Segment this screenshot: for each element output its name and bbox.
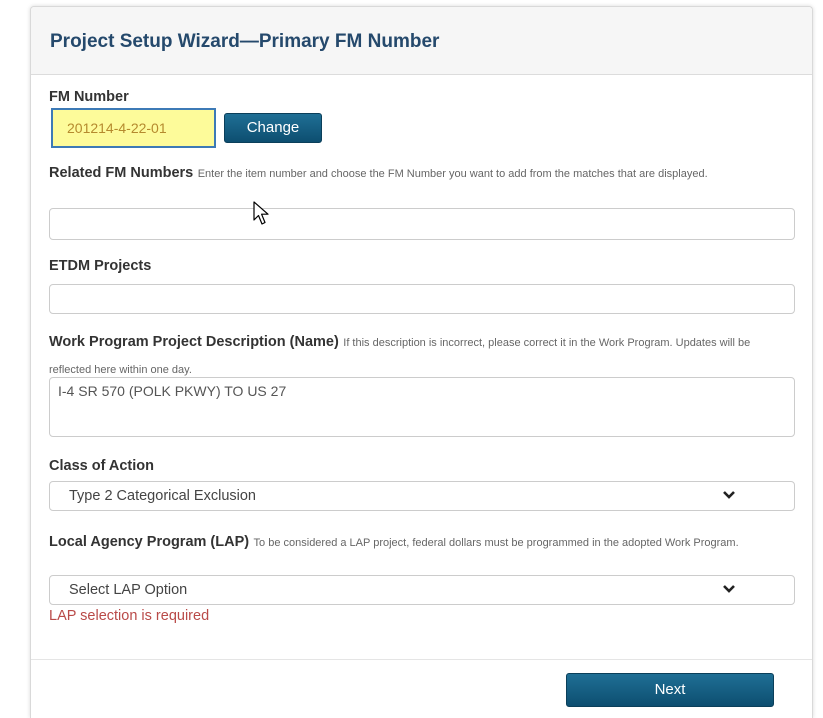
related-fm-title: Related FM Numbers [49, 165, 194, 181]
class-of-action-value: Type 2 Categorical Exclusion [69, 488, 256, 504]
etdm-projects-label: ETDM Projects [49, 258, 152, 274]
related-fm-input[interactable] [49, 208, 795, 240]
lap-error-message: LAP selection is required [49, 608, 210, 624]
next-button[interactable]: Next [566, 673, 774, 707]
page-title: Project Setup Wizard—Primary FM Number [50, 31, 440, 52]
panel-header: Project Setup Wizard—Primary FM Number [31, 7, 812, 75]
change-button[interactable]: Change [224, 113, 322, 143]
class-of-action-select[interactable]: Type 2 Categorical Exclusion [49, 481, 795, 511]
class-of-action-label: Class of Action [49, 458, 155, 474]
related-fm-label: Related FM Numbers Enter the item number… [49, 160, 794, 187]
related-fm-help: Enter the item number and choose the FM … [197, 168, 708, 180]
chevron-down-icon [723, 585, 735, 593]
footer-divider [31, 659, 812, 660]
description-title: Work Program Project Description (Name) [49, 334, 339, 350]
lap-title: Local Agency Program (LAP) [49, 534, 250, 550]
fm-number-label: FM Number [49, 89, 129, 105]
lap-select[interactable]: Select LAP Option [49, 575, 795, 605]
mouse-cursor-icon [253, 201, 269, 225]
chevron-down-icon [723, 491, 735, 499]
lap-value: Select LAP Option [69, 582, 188, 598]
description-label: Work Program Project Description (Name) … [49, 329, 794, 383]
wizard-panel: Project Setup Wizard—Primary FM Number F… [30, 6, 813, 718]
description-value: I-4 SR 570 (POLK PKWY) TO US 27 [58, 383, 287, 399]
fm-number-field[interactable]: 201214-4-22-01 [51, 108, 216, 148]
lap-help: To be considered a LAP project, federal … [253, 537, 739, 549]
description-textarea[interactable]: I-4 SR 570 (POLK PKWY) TO US 27 [49, 377, 795, 437]
etdm-projects-input[interactable] [49, 284, 795, 314]
lap-label: Local Agency Program (LAP) To be conside… [49, 529, 794, 556]
